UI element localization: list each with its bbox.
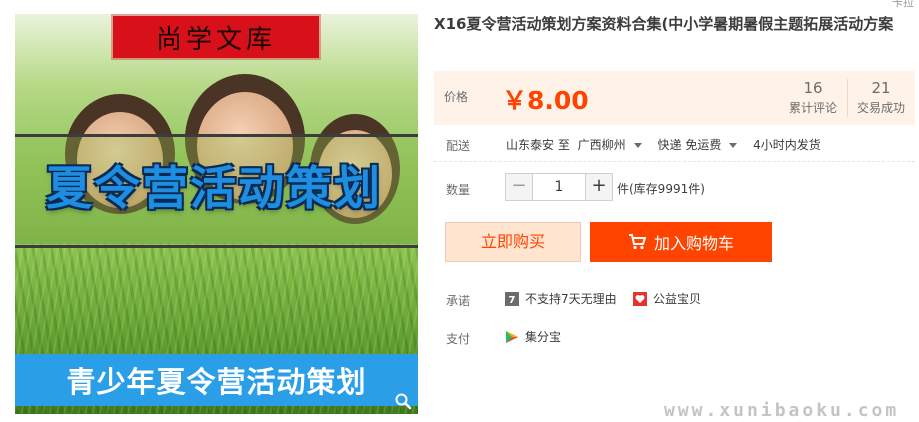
chevron-down-icon <box>729 143 738 148</box>
heart-icon <box>633 291 647 306</box>
sales-stat[interactable]: 21 交易成功 <box>850 79 912 119</box>
watermark: www.xunibaoku.com <box>664 400 900 421</box>
sales-count: 21 <box>871 79 891 97</box>
seven-day-icon: 7 <box>505 291 519 306</box>
delivery-to: 广西柳州 <box>577 138 626 152</box>
cart-icon <box>628 234 646 250</box>
price-label: 价格 <box>444 90 469 104</box>
stock-text: 件(库存9991件) <box>617 182 705 196</box>
brand-text: 尚学文库 <box>155 24 276 55</box>
decrease-button[interactable]: − <box>505 173 533 201</box>
promise-label: 承诺 <box>446 294 471 308</box>
price-panel: 价格 ￥8.00 16 累计评论 21 交易成功 <box>434 71 915 125</box>
shipping-select[interactable]: 快递 免运费 <box>658 138 746 152</box>
jifenbao-icon <box>506 330 518 343</box>
delivery-row: 山东泰安 至 广西柳州 快递 免运费 4小时内发货 <box>506 136 825 153</box>
quantity-input[interactable]: 1 <box>533 173 585 201</box>
divider <box>434 161 915 162</box>
no-return-text: 不支持7天无理由 <box>525 292 617 306</box>
add-to-cart-button[interactable]: 加入购物车 <box>590 222 772 262</box>
charity-text: 公益宝贝 <box>653 292 702 306</box>
product-title: X16夏令营活动策划方案资料合集(中小学暑期暑假主题拓展活动方案 <box>434 15 894 33</box>
no-return-promise[interactable]: 7 不支持7天无理由 <box>505 290 617 307</box>
image-headline: 夏令营活动策划 <box>46 161 382 215</box>
sales-label: 交易成功 <box>856 101 905 115</box>
shipping-method: 快递 免运费 <box>657 138 722 152</box>
quantity-stepper: − 1 + <box>505 173 613 201</box>
stat-divider <box>847 79 848 117</box>
chevron-down-icon <box>633 143 642 148</box>
price-value: ￥8.00 <box>502 86 589 115</box>
svg-text:7: 7 <box>509 295 516 306</box>
reviews-stat[interactable]: 16 累计评论 <box>782 79 844 119</box>
payment-text: 集分宝 <box>525 330 562 344</box>
delivery-label: 配送 <box>446 139 471 153</box>
delivery-to-select[interactable]: 广西柳州 <box>578 138 650 152</box>
magnifier-icon[interactable] <box>394 392 412 410</box>
reviews-label: 累计评论 <box>788 101 837 115</box>
dispatch-time: 4小时内发货 <box>753 138 821 152</box>
product-main-image[interactable]: 尚学文库 夏令营活动策划 青少年夏令营活动策划 <box>15 14 418 414</box>
image-bottom-banner: 青少年夏令营活动策划 <box>15 354 418 406</box>
delivery-from: 山东泰安 至 <box>506 138 570 152</box>
brand-banner: 尚学文库 <box>113 16 319 58</box>
top-edge-fragment: 卡拉 <box>892 0 914 9</box>
increase-button[interactable]: + <box>585 173 613 201</box>
payment-label: 支付 <box>446 332 471 346</box>
reviews-count: 16 <box>803 79 823 97</box>
buy-now-button[interactable]: 立即购买 <box>445 222 581 262</box>
payment-method[interactable]: 集分宝 <box>505 328 561 345</box>
add-to-cart-label: 加入购物车 <box>653 234 734 253</box>
quantity-label: 数量 <box>446 183 471 197</box>
charity-promise[interactable]: 公益宝贝 <box>633 290 701 307</box>
